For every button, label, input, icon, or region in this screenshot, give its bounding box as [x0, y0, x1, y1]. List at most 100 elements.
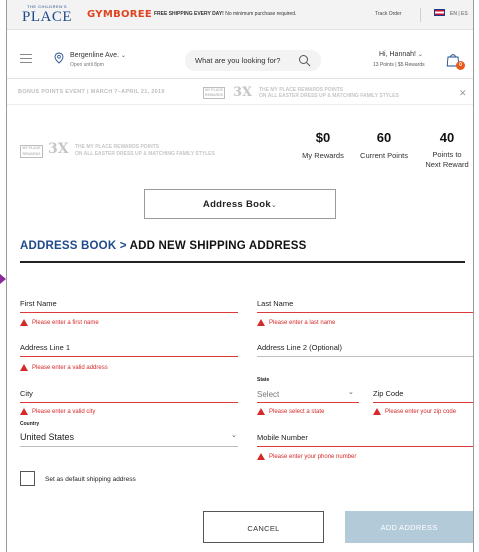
warning-icon — [257, 319, 265, 326]
search-icon[interactable] — [298, 54, 311, 67]
next-reward-label-2: Next Reward — [425, 160, 469, 169]
warning-icon — [20, 319, 28, 326]
city-underline — [20, 402, 238, 403]
next-reward-label-1: Points to — [432, 150, 462, 159]
address-line1-underline — [20, 356, 238, 357]
childrens-place-logo[interactable]: THE CHILDREN'S PLACE — [17, 4, 77, 25]
mobile-number-underline — [257, 446, 473, 447]
chevron-down-icon[interactable]: ⌄ — [348, 388, 354, 396]
location-pin-icon[interactable] — [54, 52, 64, 64]
rewards-summary: MY PLACE REWARDS 3X THE MY PLACE REWARDS… — [7, 120, 473, 170]
zip-code-underline — [373, 402, 473, 403]
last-name-field[interactable]: Last Name — [257, 299, 293, 308]
add-address-button[interactable]: ADD ADDRESS — [345, 511, 473, 543]
cancel-button-label: CANCEL — [247, 524, 280, 533]
store-selector[interactable]: Bergenline Ave. ⌄ — [70, 52, 126, 59]
address-line2-field[interactable]: Address Line 2 (Optional) — [257, 343, 342, 352]
warning-icon — [20, 364, 28, 371]
close-icon[interactable]: ✕ — [459, 88, 467, 99]
next-reward-stat: 40 Points to Next Reward — [419, 130, 473, 169]
breadcrumb-separator: > — [116, 240, 130, 252]
account-menu[interactable]: Hi, Hannah! ⌄ — [379, 51, 423, 58]
state-error: Please select a state — [257, 408, 324, 415]
city-error: Please enter a valid city — [20, 408, 95, 415]
address-line1-error: Please enter a valid address — [20, 364, 108, 371]
city-error-text: Please enter a valid city — [32, 408, 96, 415]
warning-icon — [20, 408, 28, 415]
warning-icon — [257, 408, 265, 415]
first-name-field[interactable]: First Name — [20, 299, 57, 308]
state-error-text: Please select a state — [269, 408, 325, 415]
top-promo-bar: THE CHILDREN'S PLACE GYMBOREE FREE SHIPP… — [7, 0, 473, 30]
city-field[interactable]: City — [20, 389, 33, 398]
last-name-error: Please enter a last name — [257, 319, 335, 326]
my-rewards-value: $0 — [315, 130, 331, 145]
hamburger-menu-icon[interactable] — [20, 54, 32, 66]
free-shipping-message: FREE SHIPPING EVERY DAY! No minimum purc… — [154, 11, 296, 17]
breadcrumb-address-book[interactable]: ADDRESS BOOK — [20, 240, 116, 252]
rewards-promo-description: THE MY PLACE REWARDS POINTS ON ALL EASTE… — [75, 144, 215, 157]
cart-count-badge: 0 — [456, 61, 465, 70]
state-label: State — [257, 377, 270, 383]
page-title: ADDRESS BOOK > ADD NEW SHIPPING ADDRESS — [20, 240, 307, 252]
free-shipping-rest: No minimum purchase required. — [223, 11, 297, 17]
default-address-checkbox[interactable] — [20, 471, 35, 486]
zip-code-field[interactable]: Zip Code — [373, 389, 403, 398]
bonus-description-line2: ON ALL EASTER DRESS UP & MATCHING FAMILY… — [259, 93, 399, 99]
bonus-points-banner[interactable]: BONUS POINTS EVENT | MARCH 7–APRIL 21, 2… — [7, 80, 473, 105]
cancel-button[interactable]: CANCEL — [203, 511, 324, 543]
default-address-checkbox-label[interactable]: Set as default shipping address — [45, 476, 136, 483]
first-name-error: Please enter a first name — [20, 319, 99, 326]
current-points-label: Current Points — [360, 151, 408, 160]
chevron-down-icon: ⌄ — [120, 53, 126, 59]
country-underline — [20, 446, 238, 447]
search-placeholder: What are you looking for? — [195, 56, 281, 65]
mobile-number-field[interactable]: Mobile Number — [257, 433, 308, 442]
current-points-stat: 60 Current Points — [351, 130, 417, 160]
us-flag-icon[interactable] — [434, 9, 445, 16]
my-rewards-stat: $0 My Rewards — [289, 130, 357, 160]
chevron-down-icon: ⌄ — [417, 52, 423, 58]
add-address-button-label: ADD ADDRESS — [380, 523, 438, 532]
divider — [420, 8, 421, 22]
address-line1-error-text: Please enter a valid address — [32, 364, 108, 371]
mobile-number-error: Please enter your phone number — [257, 453, 356, 460]
greeting-text: Hi, Hannah! — [379, 51, 416, 58]
heading-divider — [20, 261, 465, 263]
last-name-error-text: Please enter a last name — [269, 319, 336, 326]
bonus-multiplier: 3X — [233, 85, 253, 100]
address-line1-field[interactable]: Address Line 1 — [20, 343, 70, 352]
store-hours: Open until 8pm — [70, 62, 104, 68]
gymboree-logo[interactable]: GYMBOREE — [87, 9, 152, 20]
address-book-dropdown[interactable]: Address Book⌄ — [144, 189, 336, 219]
warning-icon — [373, 408, 381, 415]
store-name: Bergenline Ave. — [70, 52, 119, 59]
site-header: Bergenline Ave. ⌄ Open until 8pm What ar… — [7, 31, 473, 79]
rewards-multiplier: 3X — [48, 141, 69, 157]
language-switcher[interactable]: EN | ES — [450, 11, 468, 17]
address-book-dropdown-text: Address Book — [202, 199, 271, 210]
state-select[interactable]: Select — [257, 390, 279, 399]
state-underline — [257, 402, 359, 403]
chevron-down-icon[interactable]: ⌄ — [231, 431, 237, 439]
next-reward-value: 40 — [439, 130, 455, 145]
zip-code-error: Please enter your zip code — [373, 408, 456, 415]
my-place-rewards-logo: MY PLACE REWARDS — [203, 87, 225, 99]
chevron-down-icon: ⌄ — [270, 202, 278, 209]
address-book-dropdown-label: Address Book⌄ — [145, 199, 335, 210]
address-line2-underline — [257, 356, 473, 357]
my-place-rewards-logo: MY PLACE REWARDS — [20, 145, 43, 158]
search-input[interactable]: What are you looking for? — [185, 50, 321, 71]
childrens-place-logo-text: PLACE — [21, 9, 72, 25]
breadcrumb-current: ADD NEW SHIPPING ADDRESS — [129, 240, 307, 252]
warning-icon — [257, 453, 265, 460]
browser-page: THE CHILDREN'S PLACE GYMBOREE FREE SHIPP… — [6, 0, 474, 552]
country-select[interactable]: United States — [20, 432, 74, 442]
bonus-event-text: BONUS POINTS EVENT | MARCH 7–APRIL 21, 2… — [18, 89, 165, 95]
last-name-underline — [257, 312, 473, 313]
my-rewards-label: My Rewards — [302, 151, 344, 160]
track-order-link[interactable]: Track Order — [375, 11, 401, 17]
current-points-value: 60 — [376, 130, 392, 145]
free-shipping-bold: FREE SHIPPING EVERY DAY! — [154, 11, 224, 17]
zip-code-error-text: Please enter your zip code — [385, 408, 457, 415]
